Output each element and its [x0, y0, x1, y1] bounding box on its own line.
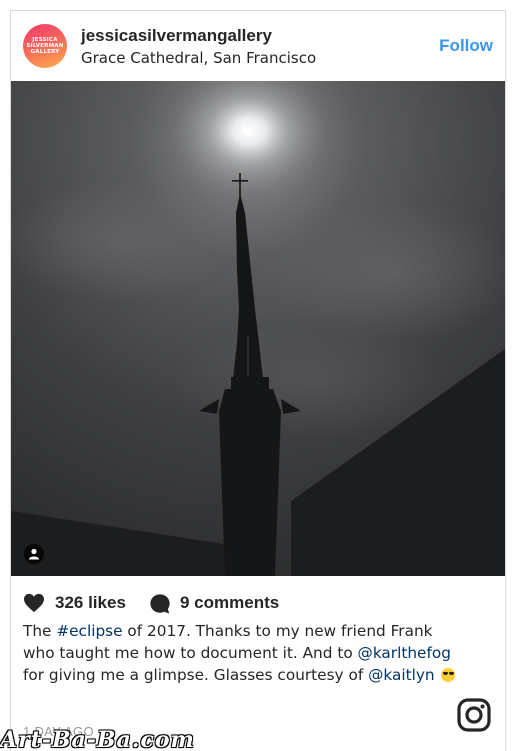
- post-header: JESSICA SILVERMAN GALLERY jessicasilverm…: [11, 11, 505, 81]
- instagram-embed-card: JESSICA SILVERMAN GALLERY jessicasilverm…: [10, 10, 506, 751]
- user-tag-icon[interactable]: [24, 544, 44, 564]
- follow-button[interactable]: Follow: [439, 36, 493, 56]
- location-link[interactable]: Grace Cathedral, San Francisco: [81, 49, 316, 67]
- mention-link[interactable]: @karlthefog: [358, 644, 451, 662]
- comment-icon[interactable]: [149, 593, 171, 615]
- watermark: Art-Ba-Ba.com: [0, 727, 195, 751]
- caption-text: The: [23, 622, 57, 640]
- hashtag-link[interactable]: #eclipse: [56, 622, 122, 640]
- avatar-text-line-3: GALLERY: [30, 49, 60, 55]
- post-caption: The #eclipse of 2017. Thanks to my new f…: [23, 620, 463, 686]
- sunglasses-emoji-icon: [441, 668, 456, 682]
- post-photo[interactable]: [11, 81, 505, 576]
- eclipse-photo: [11, 81, 505, 576]
- avatar[interactable]: JESSICA SILVERMAN GALLERY: [23, 24, 67, 68]
- mention-link[interactable]: @kaitlyn: [368, 666, 435, 684]
- heart-icon[interactable]: [23, 593, 45, 613]
- instagram-icon[interactable]: [457, 698, 491, 732]
- caption-text: for giving me a glimpse. Glasses courtes…: [23, 666, 369, 684]
- username-link[interactable]: jessicasilvermangallery: [81, 26, 272, 46]
- comments-count[interactable]: 9 comments: [180, 593, 279, 613]
- likes-count[interactable]: 326 likes: [55, 593, 126, 613]
- post-actions: 326 likes 9 comments: [23, 591, 493, 617]
